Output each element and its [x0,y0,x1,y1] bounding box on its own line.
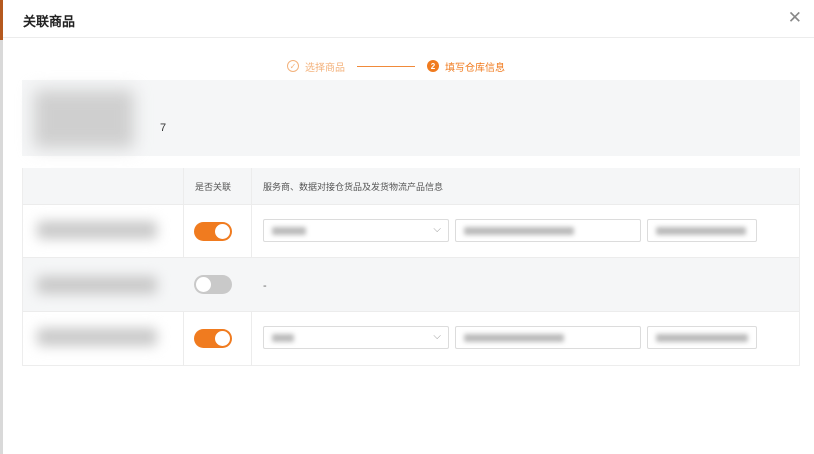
blurred-selected-value [272,334,294,342]
logistics-product-input[interactable] [647,326,757,349]
blurred-product-cell [37,221,157,239]
blurred-product-cell [37,328,157,346]
toggle-knob [215,331,230,346]
blurred-selected-value [272,227,306,235]
step-1-label[interactable]: 选择商品 [305,59,345,74]
link-toggle[interactable] [194,275,232,294]
blurred-input-value [656,227,746,235]
step-2-number: 2 [427,60,439,72]
chevron-down-icon: ⌵ [433,331,441,342]
product-info-panel: 7 [22,80,800,156]
blurred-input-value [464,334,564,342]
step-2-label: 填写仓库信息 [445,62,505,74]
step-connector [357,65,415,67]
stepper: ✓ 选择商品 2 填写仓库信息 [287,58,505,74]
header-warehouse-info: 服务商、数据对接仓货品及发货物流产品信息 [263,182,444,192]
blurred-input-value [656,334,748,342]
left-edge [0,0,3,454]
empty-info-placeholder: - [263,280,267,292]
blurred-product-image [34,90,134,148]
service-provider-select[interactable]: ⌵ [263,326,449,349]
dialog-header: 关联商品 ✕ [3,0,814,38]
toggle-knob [215,224,230,239]
table-row: ⌵ [23,204,799,257]
link-toggle[interactable] [194,329,232,348]
chevron-down-icon: ⌵ [433,224,441,235]
product-info-value: 7 [160,122,167,134]
toggle-knob [196,277,211,292]
blurred-input-value [464,227,574,235]
table-row: - [23,257,799,311]
table-row: ⌵ [23,311,799,364]
warehouse-product-input[interactable] [455,326,641,349]
service-provider-select[interactable]: ⌵ [263,219,449,242]
blurred-product-cell [37,276,157,294]
logistics-product-input[interactable] [647,219,757,242]
warehouse-product-input[interactable] [455,219,641,242]
table-header: 是否关联 服务商、数据对接仓货品及发货物流产品信息 [23,168,799,204]
check-circle-icon: ✓ [287,60,299,72]
header-linked: 是否关联 [195,182,232,192]
link-toggle[interactable] [194,222,232,241]
linking-table: 是否关联 服务商、数据对接仓货品及发货物流产品信息 ⌵ - ⌵ [22,168,800,366]
dialog-title: 关联商品 [23,14,76,29]
close-icon[interactable]: ✕ [788,9,802,26]
